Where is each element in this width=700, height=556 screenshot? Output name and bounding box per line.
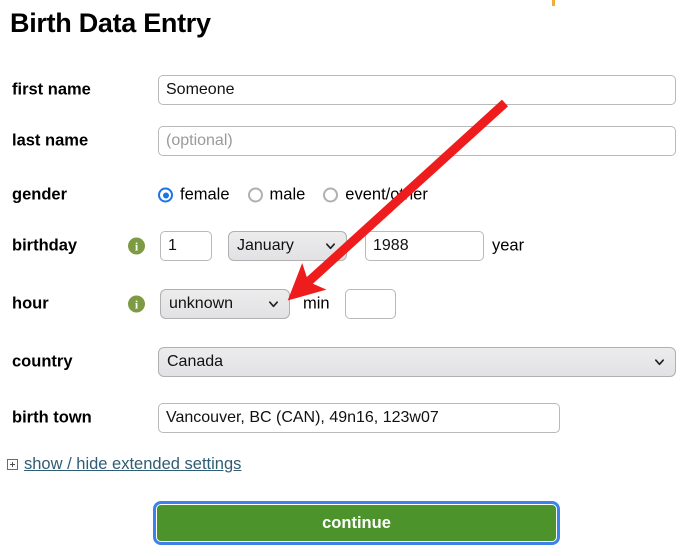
gender-option-event-other[interactable]: event/other <box>323 186 428 205</box>
birthday-day-input[interactable] <box>160 231 212 261</box>
first-name-input[interactable] <box>158 75 676 105</box>
birthday-label: birthday <box>12 236 78 255</box>
country-label: country <box>12 352 73 371</box>
continue-button-focus-ring: continue <box>153 501 560 545</box>
birth-town-row: birth town <box>0 401 700 435</box>
birth-town-label: birth town <box>12 408 92 427</box>
gender-radio-group: female male event/other <box>158 186 428 205</box>
chevron-down-icon <box>269 301 278 308</box>
birthday-row: birthday i January year <box>0 229 700 263</box>
minute-input[interactable] <box>345 289 396 319</box>
gender-row: gender female male event/other <box>0 178 700 212</box>
hour-select-value: unknown <box>169 295 234 312</box>
gender-option-male-label: male <box>269 185 306 204</box>
country-row: country Canada <box>0 345 700 379</box>
hour-select[interactable]: unknown <box>160 289 290 319</box>
radio-unselected-icon <box>323 187 339 203</box>
chevron-down-icon <box>655 359 664 366</box>
gender-label: gender <box>12 185 68 204</box>
last-name-row: last name <box>0 124 700 158</box>
birthday-month-select[interactable]: January <box>228 231 347 261</box>
page-title: Birth Data Entry <box>10 8 211 38</box>
continue-button[interactable]: continue <box>157 505 556 541</box>
hour-row: hour i unknown min <box>0 287 700 321</box>
radio-unselected-icon <box>247 187 263 203</box>
birthday-year-input[interactable] <box>365 231 484 261</box>
hour-label: hour <box>12 294 49 313</box>
info-icon[interactable]: i <box>128 295 145 313</box>
first-name-row: first name <box>0 73 700 107</box>
top-edge-artifact <box>552 0 555 6</box>
year-unit-label: year <box>492 236 525 255</box>
last-name-input[interactable] <box>158 126 676 156</box>
birth-town-input[interactable] <box>158 403 560 433</box>
last-name-label: last name <box>12 131 89 150</box>
first-name-label: first name <box>12 80 91 99</box>
gender-option-event-other-label: event/other <box>345 185 428 204</box>
radio-selected-icon <box>158 187 173 203</box>
show-hide-extended-settings-link[interactable]: show / hide extended settings <box>24 455 241 474</box>
birthday-month-value: January <box>237 237 294 254</box>
country-select[interactable]: Canada <box>158 347 676 377</box>
gender-option-female-label: female <box>180 185 230 204</box>
country-select-value: Canada <box>167 353 224 370</box>
info-icon[interactable]: i <box>128 237 145 255</box>
extended-settings-row: show / hide extended settings <box>0 452 241 476</box>
chevron-down-icon <box>326 243 335 250</box>
gender-option-female[interactable]: female <box>158 186 230 205</box>
min-unit-label: min <box>303 294 330 313</box>
plus-box-icon[interactable] <box>7 458 18 470</box>
gender-option-male[interactable]: male <box>247 185 306 205</box>
